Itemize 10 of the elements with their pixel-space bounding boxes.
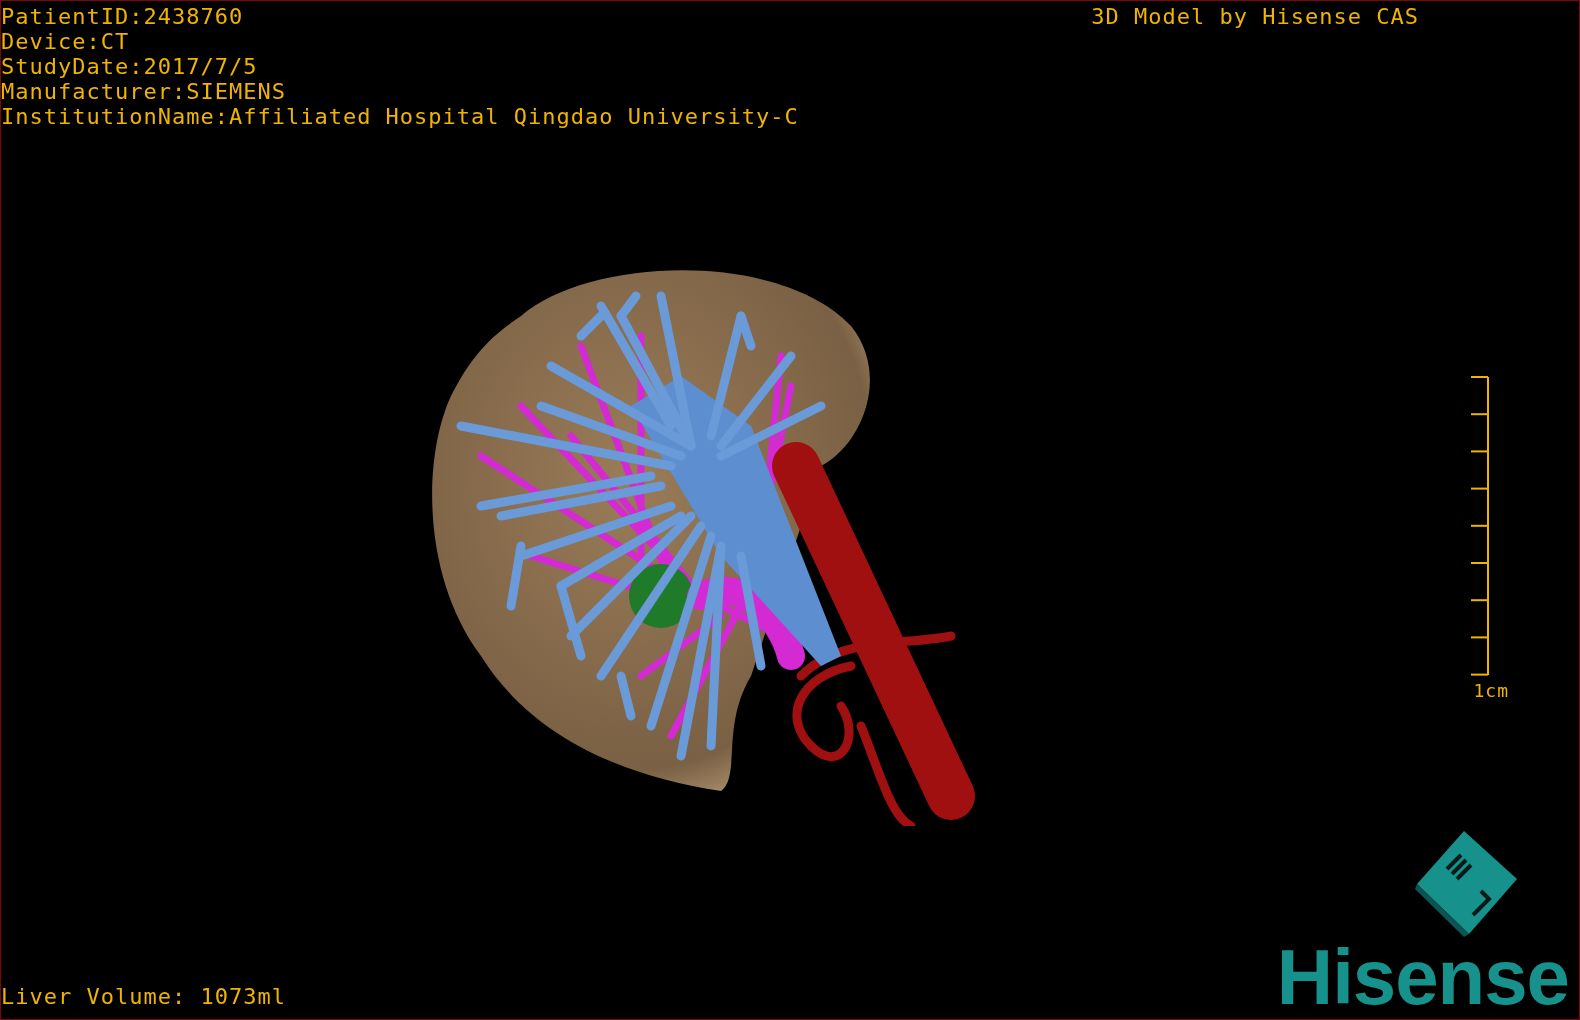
- patient-info-line: InstitutionName:Affiliated Hospital Qingdao University-C: [1, 104, 799, 129]
- logo-wordmark: Hisense: [1276, 941, 1569, 1013]
- patient-info-line: Manufacturer:SIEMENS: [1, 79, 287, 104]
- patient-info-line: StudyDate:2017/7/5: [1, 54, 259, 79]
- patient-info-line: Device:CT: [1, 29, 131, 54]
- liver-volume-label: Liver Volume: 1073ml: [1, 984, 286, 1009]
- scale-bar-icon: [1471, 376, 1491, 676]
- viewer-title: 3D Model by Hisense CAS: [1091, 3, 1419, 31]
- patient-info-line: PatientID:2438760: [1, 4, 245, 29]
- scale-label: 1cm: [1473, 679, 1509, 703]
